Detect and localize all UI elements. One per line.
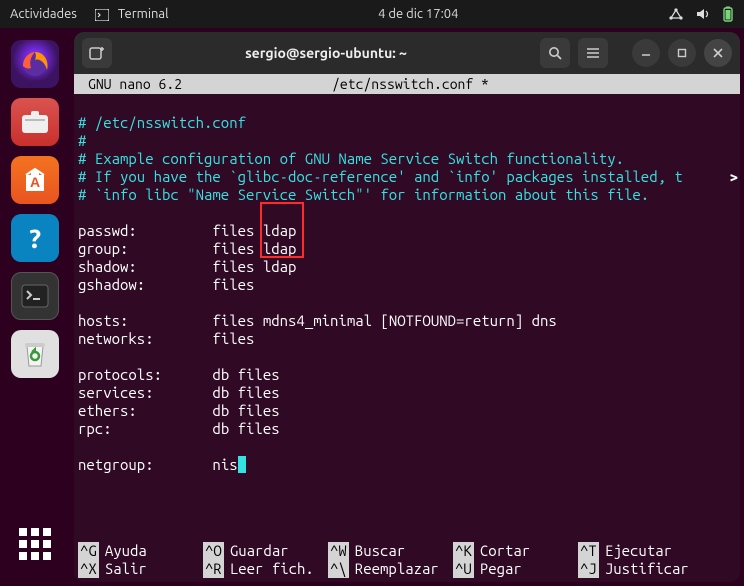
shortcut-key: ^G: [78, 542, 99, 560]
comment-line: #: [78, 132, 86, 149]
shortcut-label: Leer fich.: [230, 560, 314, 578]
comment-line: # /etc/nsswitch.conf: [78, 114, 246, 131]
volume-icon: [696, 7, 710, 22]
shortcut-key: ^J: [578, 560, 599, 578]
shortcut-label: Reemplazar: [355, 560, 439, 578]
gnome-topbar: Actividades Terminal 4 de dic 17:04: [0, 0, 744, 28]
shortcut-key: ^O: [203, 542, 224, 560]
dock: A ?: [0, 28, 70, 586]
shortcut-label: Cortar: [480, 542, 530, 560]
topbar-clock[interactable]: 4 de dic 17:04: [169, 7, 668, 21]
shortcut-label: Ayuda: [105, 542, 147, 560]
entry-ethers: ethers: db files: [78, 402, 280, 419]
shortcut-key: ^K: [453, 542, 474, 560]
shortcut-label: Pegar: [480, 560, 522, 578]
entry-netgroup: netgroup: nis: [78, 456, 246, 473]
scroll-right-indicator: >: [730, 168, 738, 186]
nano-shortcuts: ^G Ayuda ^O Guardar ^W Buscar ^K Cortar ^T Ejecut…: [74, 542, 740, 582]
shortcut-key: ^U: [453, 560, 474, 578]
menu-button[interactable]: [578, 38, 608, 68]
shortcut-cell: ^J Justificar: [578, 560, 703, 578]
nano-statusbar: GNU nano 6.2 /etc/nsswitch.conf *: [74, 74, 740, 94]
shortcut-cell: ^O Guardar: [203, 542, 328, 560]
entry-gshadow: gshadow: files: [78, 276, 254, 293]
shortcut-cell: ^W Buscar: [328, 542, 453, 560]
shortcut-key: ^R: [203, 560, 224, 578]
shortcut-cell: ^U Pegar: [453, 560, 578, 578]
comment-line: # `info libc "Name Service Switch"' for …: [78, 186, 649, 203]
dock-show-apps[interactable]: [11, 520, 59, 568]
maximize-button[interactable]: [668, 39, 696, 67]
nano-filename: /etc/nsswitch.conf *: [332, 74, 489, 94]
shortcut-key: ^T: [578, 542, 599, 560]
shortcut-label: Guardar: [230, 542, 289, 560]
shortcut-cell: ^G Ayuda: [78, 542, 203, 560]
cursor: [238, 456, 246, 473]
close-button[interactable]: [704, 39, 732, 67]
shortcut-label: Salir: [105, 560, 147, 578]
comment-line: # Example configuration of GNU Name Serv…: [78, 150, 624, 167]
activities-button[interactable]: Actividades: [10, 7, 77, 21]
entry-rpc: rpc: db files: [78, 420, 280, 437]
dock-terminal[interactable]: [11, 272, 59, 320]
search-button[interactable]: [540, 38, 570, 68]
minimize-button[interactable]: [632, 39, 660, 67]
dock-trash[interactable]: [11, 330, 59, 378]
entry-group: group: files ldap: [78, 240, 296, 257]
entry-protocols: protocols: db files: [78, 366, 280, 383]
shortcut-key: ^W: [328, 542, 349, 560]
dock-files[interactable]: [11, 98, 59, 146]
shortcut-cell: ^X Salir: [78, 560, 203, 578]
shortcut-label: Justificar: [605, 560, 689, 578]
shortcut-cell: ^R Leer fich.: [203, 560, 328, 578]
shortcut-label: Ejecutar: [605, 542, 672, 560]
window-title: sergio@sergio-ubuntu: ~: [120, 45, 532, 61]
new-tab-button[interactable]: [82, 38, 112, 68]
shortcut-cell: ^T Ejecutar: [578, 542, 703, 560]
shortcut-key: ^X: [78, 560, 99, 578]
terminal-window: sergio@sergio-ubuntu: ~ GNU nano 6.2 /et…: [74, 32, 740, 582]
entry-shadow: shadow: files ldap: [78, 258, 296, 275]
dock-firefox[interactable]: [11, 40, 59, 88]
battery-icon: [722, 6, 734, 22]
shortcut-cell: ^\ Reemplazar: [328, 560, 453, 578]
shortcut-cell: ^K Cortar: [453, 542, 578, 560]
entry-hosts: hosts: files mdns4_minimal [NOTFOUND=ret…: [78, 312, 557, 329]
svg-text:A: A: [30, 174, 40, 190]
dock-software[interactable]: A: [11, 156, 59, 204]
editor-area[interactable]: # /etc/nsswitch.conf # # Example configu…: [74, 94, 740, 542]
entry-networks: networks: files: [78, 330, 254, 347]
network-icon: [668, 7, 684, 22]
comment-line: # If you have the `glibc-doc-reference' …: [78, 168, 683, 185]
topbar-app-label: Terminal: [118, 7, 169, 21]
titlebar: sergio@sergio-ubuntu: ~: [74, 32, 740, 74]
nano-version: GNU nano 6.2: [88, 74, 182, 94]
entry-services: services: db files: [78, 384, 280, 401]
shortcut-label: Buscar: [355, 542, 405, 560]
system-tray[interactable]: [668, 6, 734, 22]
topbar-app[interactable]: Terminal: [95, 7, 169, 21]
shortcut-key: ^\: [328, 560, 349, 578]
dock-help[interactable]: ?: [11, 214, 59, 262]
entry-passwd: passwd: files ldap: [78, 222, 296, 239]
